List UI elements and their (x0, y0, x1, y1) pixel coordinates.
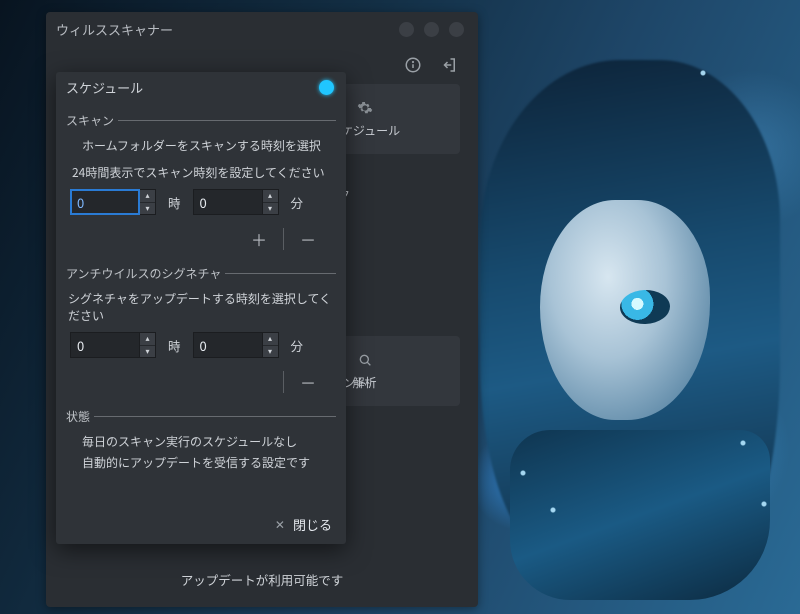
close-icon: ✕ (275, 516, 285, 533)
main-titlebar: ウィルススキャナー (46, 12, 478, 46)
scan-hint-1: ホームフォルダーをスキャンする時刻を選択 (68, 135, 334, 156)
scan-hour-up[interactable]: ▴ (140, 190, 155, 203)
sig-hour-unit: 時 (168, 336, 181, 355)
sig-hour-input[interactable] (70, 332, 140, 358)
status-line-1: 毎日のスキャン実行のスケジュールなし (68, 431, 334, 452)
hour-unit: 時 (168, 193, 181, 212)
gear-icon (357, 100, 373, 116)
scan-hint-2: 24時間表示でスキャン時刻を設定してください (68, 156, 334, 183)
sig-hour-up[interactable]: ▴ (140, 333, 155, 346)
status-section: 状態 毎日のスキャン実行のスケジュールなし 自動的にアップデートを受信する設定で… (66, 408, 336, 473)
sig-hour-down[interactable]: ▾ (140, 346, 155, 358)
window-close-button[interactable] (449, 22, 464, 37)
scan-section: スキャン ホームフォルダーをスキャンする時刻を選択 24時間表示でスキャン時刻を… (66, 112, 336, 255)
status-footer: アップデートが利用可能です (46, 556, 478, 607)
close-button[interactable]: 閉じる (293, 515, 332, 534)
sig-minute-spinner[interactable]: ▴▾ (193, 332, 279, 358)
dialog-titlebar: スケジュール (56, 72, 346, 102)
scan-minute-input[interactable] (193, 189, 263, 215)
scan-legend: スキャン (66, 112, 118, 129)
dialog-close-dot[interactable] (319, 80, 334, 95)
window-title: ウィルススキャナー (56, 20, 173, 39)
scan-hour-down[interactable]: ▾ (140, 203, 155, 215)
schedule-dialog: スケジュール スキャン ホームフォルダーをスキャンする時刻を選択 24時間表示で… (56, 72, 346, 544)
window-minimize-button[interactable] (399, 22, 414, 37)
dialog-title: スケジュール (66, 78, 143, 97)
sig-remove-button[interactable]: － (296, 368, 320, 396)
signature-hint: シグネチャをアップデートする時刻を選択してください (68, 288, 334, 326)
minute-unit: 分 (291, 193, 304, 212)
scan-remove-button[interactable]: － (296, 225, 320, 253)
sig-minute-unit: 分 (291, 336, 304, 355)
scan-min-down[interactable]: ▾ (263, 203, 278, 215)
scan-min-up[interactable]: ▴ (263, 190, 278, 203)
scan-add-button[interactable]: ＋ (247, 225, 271, 253)
scan-minute-spinner[interactable]: ▴▾ (193, 189, 279, 215)
search-icon (357, 352, 373, 368)
status-legend: 状態 (66, 408, 94, 425)
exit-icon[interactable] (440, 56, 458, 74)
signature-section: アンチウイルスのシグネチャ シグネチャをアップデートする時刻を選択してください … (66, 265, 336, 398)
sig-min-down[interactable]: ▾ (263, 346, 278, 358)
sig-min-up[interactable]: ▴ (263, 333, 278, 346)
scan-hour-spinner[interactable]: ▴▾ (70, 189, 156, 215)
sig-minute-input[interactable] (193, 332, 263, 358)
status-line-2: 自動的にアップデートを受信する設定です (68, 452, 334, 473)
sig-hour-spinner[interactable]: ▴▾ (70, 332, 156, 358)
scan-hour-input[interactable] (70, 189, 140, 215)
window-maximize-button[interactable] (424, 22, 439, 37)
signature-legend: アンチウイルスのシグネチャ (66, 265, 225, 282)
info-icon[interactable] (404, 56, 422, 74)
